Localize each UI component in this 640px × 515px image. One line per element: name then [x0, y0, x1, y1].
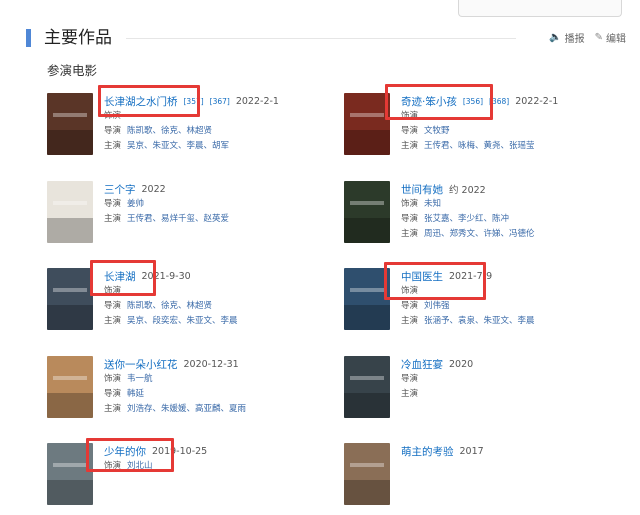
search-input[interactable] — [458, 0, 622, 17]
film-year: 2022-2-1 — [235, 95, 279, 107]
role-label: 饰演 — [401, 199, 419, 209]
film-year: 2017 — [459, 445, 484, 457]
edit-label: 编辑 — [606, 34, 626, 45]
highlight-box — [90, 260, 156, 296]
film-year: 2020-12-31 — [183, 358, 239, 370]
cast-value[interactable]: 周迅、郑秀文、许娣、冯德伦 — [424, 227, 535, 242]
director-label: 导演 — [401, 126, 419, 136]
cast-label: 主演 — [104, 141, 122, 151]
film-title-link[interactable]: 送你一朵小红花 — [104, 357, 178, 372]
section-header: 主要作品 🔈 播报 ✎ 编辑 — [26, 27, 626, 49]
broadcast-button[interactable]: 🔈 播报 — [549, 30, 584, 45]
film-title-link[interactable]: 三个字 — [104, 182, 136, 197]
director-value[interactable]: 陈凯歌、徐克、林超贤 — [127, 299, 212, 314]
director-value[interactable]: 姜帅 — [127, 197, 144, 212]
film-year: 2020 — [449, 358, 474, 370]
highlight-box — [86, 438, 174, 472]
film-ref-2[interactable]: [367] — [210, 97, 230, 106]
film-item: 萌主的考验 2017 — [344, 443, 634, 515]
cast-label: 主演 — [401, 229, 419, 239]
film-item: 三个字 2022 导演 姜帅 主演 王传君、易烊千玺、赵英爱 — [47, 181, 337, 253]
speaker-icon: 🔈 — [549, 32, 562, 43]
film-title-link[interactable]: 冷血狂宴 — [401, 357, 443, 372]
film-title-link[interactable]: 萌主的考验 — [401, 444, 454, 459]
highlight-box — [98, 85, 200, 117]
director-label: 导演 — [104, 389, 122, 399]
film-item: 冷血狂宴 2020 导演 主演 — [344, 356, 634, 428]
cast-value[interactable]: 吴京、朱亚文、李晨、胡军 — [127, 139, 229, 154]
cast-label: 主演 — [401, 389, 419, 399]
cast-label: 主演 — [401, 316, 419, 326]
subsection-title: 参演电影 — [47, 63, 98, 78]
director-value[interactable]: 刘伟强 — [424, 299, 450, 314]
cast-label: 主演 — [104, 316, 122, 326]
highlight-box — [384, 262, 486, 300]
director-value[interactable]: 陈凯歌、徐克、林超贤 — [127, 124, 212, 139]
film-year: 2022-2-1 — [515, 95, 559, 107]
director-label: 导演 — [104, 199, 122, 209]
cast-label: 主演 — [104, 404, 122, 414]
cast-label: 主演 — [401, 141, 419, 151]
film-item: 世间有她约 2022 饰演 未知 导演 张艾嘉、李少红、陈冲 主演 周迅、郑秀文、许娣… — [344, 181, 634, 253]
section-title: 主要作品 — [44, 28, 112, 48]
director-value[interactable]: 文牧野 — [424, 124, 450, 139]
film-poster[interactable] — [344, 443, 390, 505]
broadcast-label: 播报 — [564, 34, 585, 45]
edit-button[interactable]: ✎ 编辑 — [595, 30, 626, 45]
director-label: 导演 — [401, 374, 419, 384]
film-poster[interactable] — [47, 181, 93, 243]
title-divider — [126, 38, 516, 39]
director-label: 导演 — [401, 214, 419, 224]
director-label: 导演 — [104, 301, 122, 311]
cast-value[interactable]: 王传君、易烊千玺、赵英爱 — [127, 212, 229, 227]
cast-label: 主演 — [104, 214, 122, 224]
cast-value[interactable]: 张涵予、袁泉、朱亚文、李晨 — [424, 314, 535, 329]
director-label: 导演 — [104, 126, 122, 136]
director-value[interactable]: 张艾嘉、李少红、陈冲 — [424, 212, 509, 227]
director-label: 导演 — [401, 301, 419, 311]
film-title-link[interactable]: 世间有她 — [401, 182, 443, 197]
film-poster[interactable] — [47, 356, 93, 418]
director-value[interactable]: 韩延 — [127, 387, 144, 402]
film-year: 2022 — [141, 183, 166, 195]
pencil-icon: ✎ — [594, 32, 603, 43]
role-value[interactable]: 韦一航 — [127, 372, 153, 387]
role-label: 饰演 — [104, 374, 122, 384]
cast-value[interactable]: 刘浩存、朱媛媛、高亚麟、夏雨 — [127, 402, 246, 417]
film-poster[interactable] — [344, 93, 390, 155]
highlight-box — [385, 84, 493, 120]
title-accent-bar — [26, 29, 31, 47]
role-value[interactable]: 未知 — [424, 197, 441, 212]
film-poster[interactable] — [344, 181, 390, 243]
film-poster[interactable] — [344, 356, 390, 418]
film-poster[interactable] — [47, 93, 93, 155]
film-year: 约 2022 — [449, 185, 486, 196]
cast-value[interactable]: 吴京、段奕宏、朱亚文、李晨 — [127, 314, 238, 329]
film-poster[interactable] — [47, 268, 93, 330]
cast-value[interactable]: 王传君、咏梅、黄尧、张瑶莹 — [424, 139, 535, 154]
film-item: 送你一朵小红花 2020-12-31 饰演 韦一航 导演 韩延 主演 刘浩存、朱媛媛、高… — [47, 356, 337, 428]
header-actions: 🔈 播报 ✎ 编辑 — [549, 30, 626, 45]
